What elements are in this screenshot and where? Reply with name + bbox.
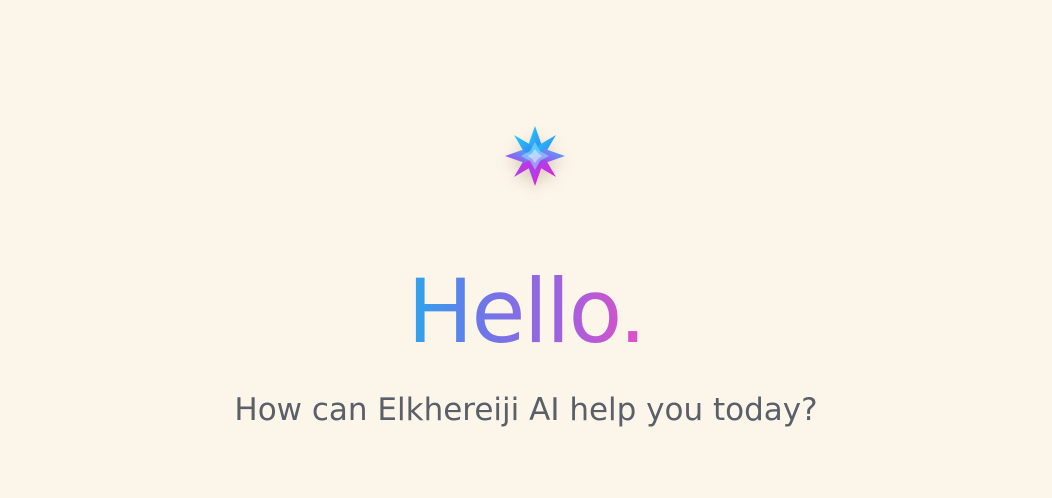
greeting-title: Hello. (0, 262, 1052, 362)
welcome-screen: Hello. How can Elkhereiji AI help you to… (0, 0, 1052, 498)
greeting-subtitle: How can Elkhereiji AI help you today? (234, 392, 818, 428)
logo-graphic (505, 126, 565, 186)
greeting-title-text: Hello. (407, 260, 646, 363)
star-flower-icon (503, 124, 567, 188)
